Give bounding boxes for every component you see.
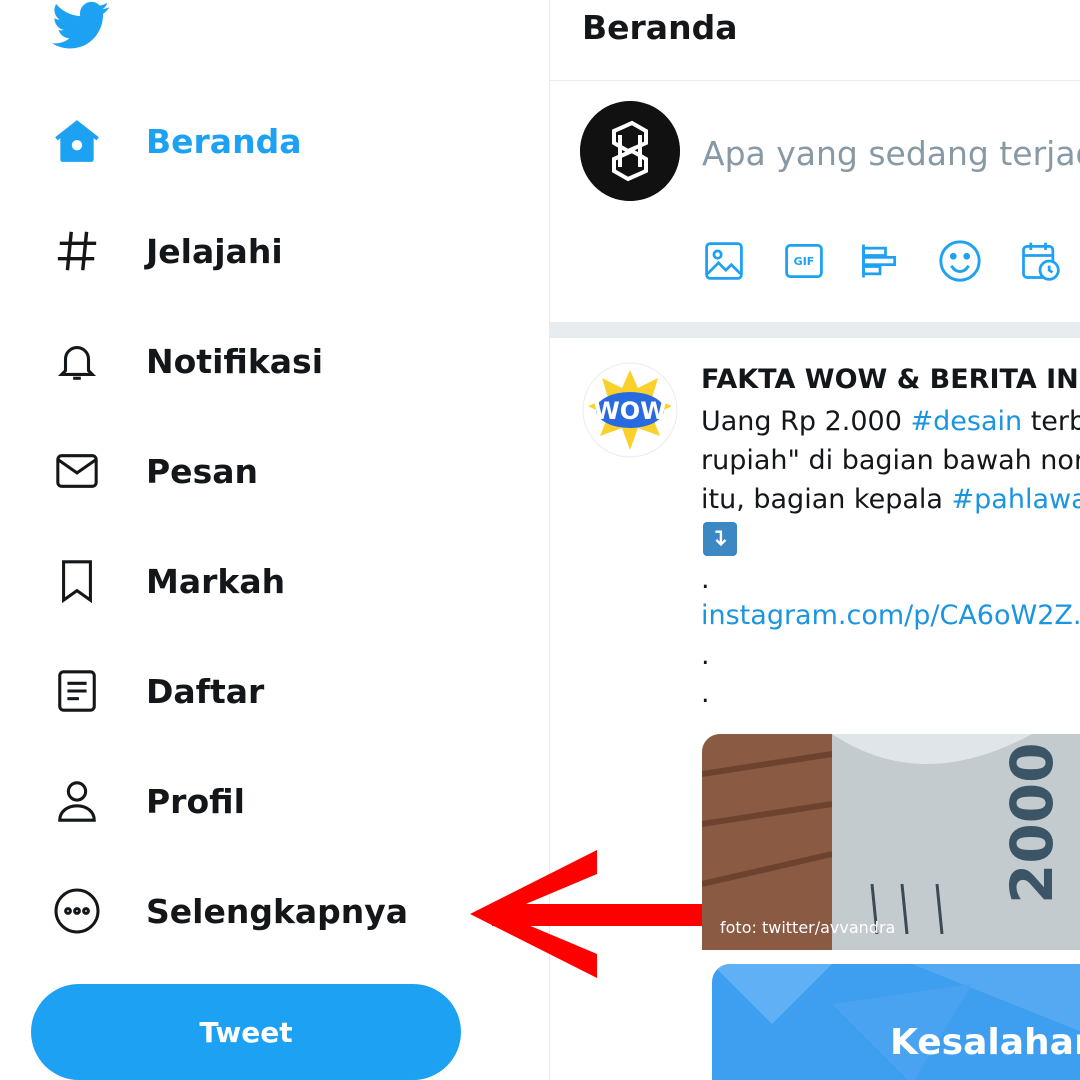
arrow-down-emoji-icon [703, 522, 737, 556]
hashtag-icon [50, 224, 104, 278]
envelope-icon [50, 444, 104, 498]
main-timeline: Beranda GIF [550, 0, 1080, 1080]
more-circle-icon [50, 884, 104, 938]
gif-icon[interactable]: GIF [780, 237, 828, 285]
hashtag-link[interactable]: #pahlawan [952, 484, 1080, 515]
sidebar-item-markah[interactable]: Markah [50, 546, 285, 616]
list-icon [50, 664, 104, 718]
tweet-item[interactable]: WOW FAKTA WOW & BERITA INDONESIA Uang Rp… [550, 338, 1080, 1080]
bell-icon [50, 334, 104, 388]
sidebar-item-label: Markah [146, 561, 286, 601]
avatar[interactable]: WOW [582, 362, 678, 458]
image-upload-icon[interactable] [700, 237, 748, 285]
sidebar-item-jelajahi[interactable]: Jelajahi [50, 216, 283, 286]
avatar-text: WOW [593, 397, 666, 425]
sidebar-item-daftar[interactable]: Daftar [50, 656, 264, 726]
page-title: Beranda [582, 8, 738, 47]
poll-icon[interactable] [856, 237, 904, 285]
sidebar-item-label: Pesan [146, 451, 258, 491]
timeline-separator [550, 322, 1080, 338]
gif-label: GIF [793, 254, 815, 268]
sidebar-item-label: Selengkapnya [146, 891, 409, 931]
sidebar-item-label: Daftar [146, 671, 265, 711]
tweet-author[interactable]: FAKTA WOW & BERITA INDONESIA [701, 364, 1080, 395]
sidebar-item-label: Beranda [146, 121, 302, 161]
tweet-text-line: . [701, 564, 710, 595]
tweet-image[interactable]: 2000 foto: twitter/avvandra [702, 734, 1080, 950]
tweet-button[interactable]: Tweet [31, 984, 461, 1080]
sidebar-item-beranda[interactable]: Beranda [50, 106, 301, 176]
hashtag-link[interactable]: #desain [911, 406, 1023, 437]
tweet-link[interactable]: instagram.com/p/CA6oW2Z... [701, 600, 1080, 631]
timeline-header: Beranda [550, 0, 1080, 81]
sidebar-item-label: Jelajahi [146, 231, 283, 271]
tweet-text-line: Uang Rp 2.000 #desain terbaru [701, 406, 1080, 437]
tweet-text-line: rupiah" di bagian bawah nominal [701, 445, 1080, 476]
sidebar-item-selengkapnya[interactable]: Selengkapnya [50, 876, 408, 946]
sidebar-item-label: Notifikasi [146, 341, 324, 381]
sidebar-item-pesan[interactable]: Pesan [50, 436, 258, 506]
tweet-text-line: itu, bagian kepala #pahlawan [701, 484, 1080, 515]
person-icon [50, 774, 104, 828]
banknote-number: 2000 [998, 743, 1066, 904]
tweet-text-line: . [701, 678, 710, 709]
twitter-logo-icon[interactable] [52, 0, 110, 52]
schedule-icon[interactable] [1016, 237, 1064, 285]
sidebar-item-profil[interactable]: Profil [50, 766, 245, 836]
card-title: Kesalahan [890, 1022, 1080, 1063]
photo-credit: foto: twitter/avvandra [720, 918, 896, 937]
home-icon [50, 114, 104, 168]
compose-input[interactable] [702, 125, 1080, 181]
sidebar-item-notifikasi[interactable]: Notifikasi [50, 326, 323, 396]
sidebar-item-label: Profil [146, 781, 245, 821]
tweet-link-card[interactable]: Kesalahan [712, 964, 1080, 1080]
emoji-icon[interactable] [936, 237, 984, 285]
tweet-composer: GIF [550, 81, 1080, 321]
avatar[interactable] [580, 101, 680, 201]
bookmark-icon [50, 554, 104, 608]
tweet-text-line: . [701, 640, 710, 671]
